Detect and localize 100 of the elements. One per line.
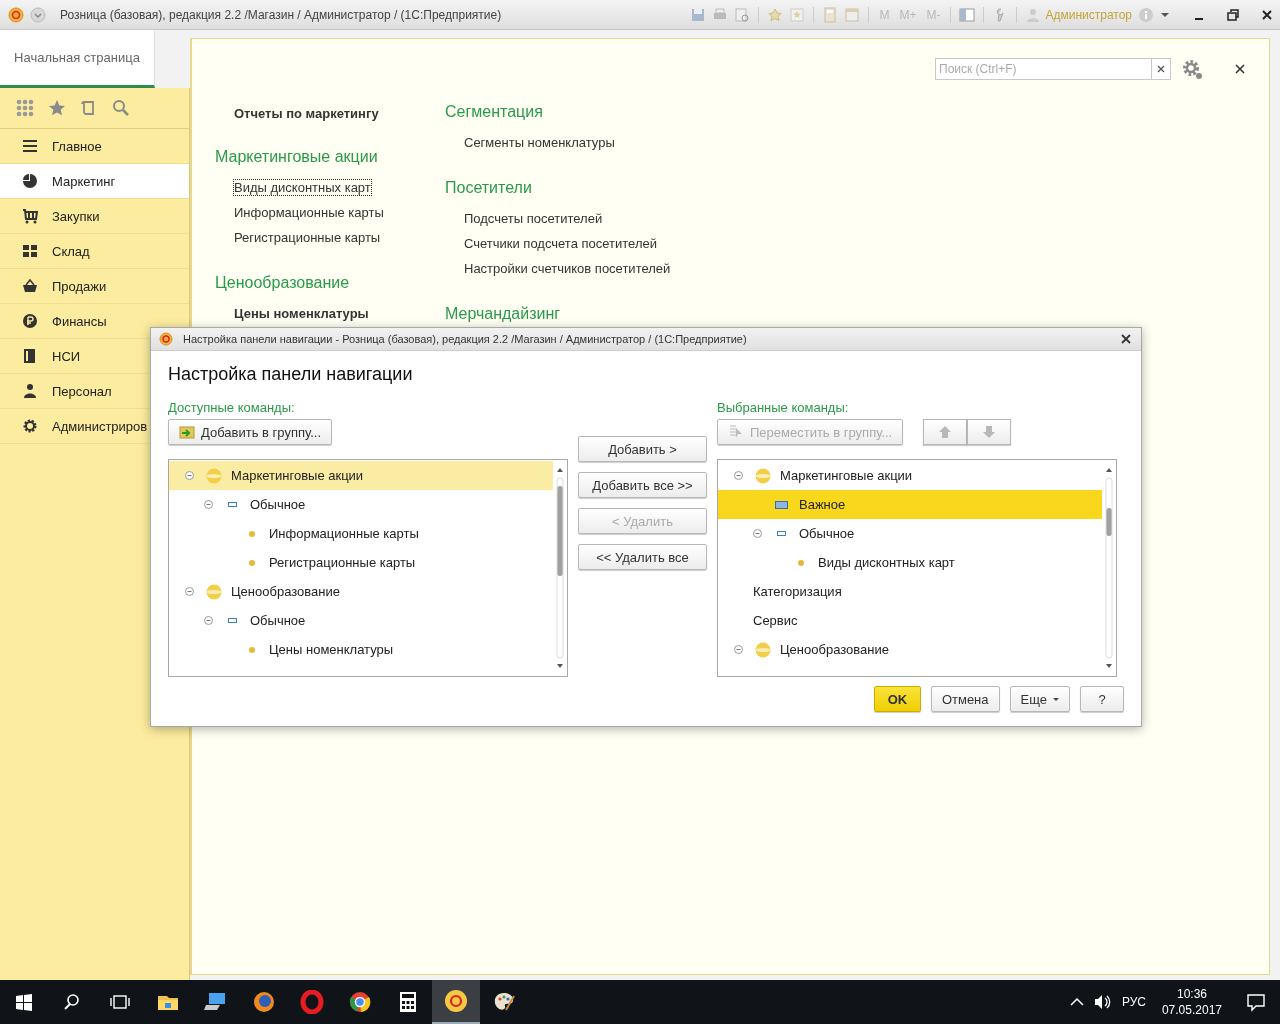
list-icon: [22, 138, 38, 154]
settings-icon[interactable]: [1181, 58, 1203, 80]
restore-icon[interactable]: [1226, 8, 1240, 22]
tree-item-label: Сервис: [753, 613, 798, 628]
chevron-up-icon[interactable]: [1069, 997, 1084, 1007]
search-field[interactable]: Поиск (Ctrl+F): [935, 58, 1151, 80]
preview-icon[interactable]: [734, 7, 751, 23]
dash-icon: [777, 531, 786, 536]
clock[interactable]: 10:36 07.05.2017: [1161, 986, 1222, 1018]
tree-row[interactable]: Виды дисконтных карт: [718, 548, 1102, 577]
sidebar-item-label: Администриров: [52, 418, 148, 434]
sidebar-item-label: Продажи: [52, 278, 107, 294]
search-icon[interactable]: [112, 99, 130, 117]
clear-button[interactable]: [1151, 58, 1171, 80]
tree-row[interactable]: Цены номенклатуры: [169, 635, 553, 664]
collapse-icon[interactable]: [185, 587, 194, 596]
tree-item-label: Категоризация: [753, 584, 842, 599]
tree-item-label: Маркетинговые акции: [231, 468, 364, 483]
collapse-icon[interactable]: [204, 616, 213, 625]
dialog-button[interactable]: ?: [1080, 686, 1124, 712]
folder-ball-icon: [205, 467, 222, 484]
star-icon[interactable]: [48, 99, 66, 117]
report-link[interactable]: Отчеты по маркетингу: [234, 104, 379, 124]
clear-icon[interactable]: [1156, 64, 1166, 74]
tree-row[interactable]: Обычное: [169, 490, 553, 519]
report-link[interactable]: Цены номенклатуры: [234, 304, 369, 324]
grid-icon: [22, 243, 38, 259]
close-icon[interactable]: [1260, 8, 1274, 22]
tree-row[interactable]: Регистрационные карты: [169, 548, 553, 577]
taskbar-app[interactable]: [432, 980, 480, 1024]
caret-icon[interactable]: [1160, 10, 1170, 20]
speaker-icon[interactable]: [1093, 993, 1112, 1011]
command-link[interactable]: Настройки счетчиков посетителей: [464, 256, 671, 281]
tree-row[interactable]: Ценообразование: [718, 635, 1102, 664]
command-tree[interactable]: Маркетинговые акции Обычное Информационные карты Регистрационные карты Ценообразование Обычное Цены номенклатуры: [168, 459, 568, 677]
transfer-button[interactable]: Добавить >: [578, 436, 707, 462]
tree-item-label: Виды дисконтных карт: [818, 555, 955, 570]
ring-browser-icon: [300, 990, 324, 1014]
sidebar-item[interactable]: Закупки: [0, 199, 189, 234]
sidebar-item[interactable]: Продажи: [0, 269, 189, 304]
sidebar-item-label: Главное: [52, 138, 102, 154]
tree-row[interactable]: Категоризация: [718, 577, 1102, 606]
add-folder-icon: [179, 424, 195, 440]
section-heading: Посетители: [445, 178, 532, 198]
collapse-icon[interactable]: [204, 500, 213, 509]
close-icon[interactable]: [1121, 334, 1131, 344]
more-button[interactable]: Еще: [1009, 686, 1070, 712]
basket-icon: [22, 278, 38, 294]
transfer-button[interactable]: << Удалить все: [578, 544, 707, 570]
menu-icon[interactable]: [30, 7, 46, 23]
group-button[interactable]: Добавить в группу...: [168, 419, 333, 445]
ok-button[interactable]: OK: [873, 686, 921, 712]
command-link[interactable]: Сегменты номенклатуры: [464, 130, 615, 155]
tree-row[interactable]: Информационные карты: [169, 519, 553, 548]
dash-icon: [228, 618, 237, 623]
command-link[interactable]: Виды дисконтных карт: [234, 175, 371, 200]
command-link[interactable]: Подсчеты посетителей: [464, 206, 603, 231]
dialog-button[interactable]: Отмена: [930, 686, 1000, 712]
collapse-icon[interactable]: [734, 471, 743, 480]
section-heading: Сегментация: [445, 102, 543, 122]
caret-icon: [1053, 697, 1059, 701]
tree-item-label: Информационные карты: [269, 526, 419, 541]
sidebar-item[interactable]: Склад: [0, 234, 189, 269]
tree-item-label: Ценообразование: [231, 584, 340, 599]
collapse-icon[interactable]: [753, 529, 762, 538]
dot-icon: [248, 530, 255, 537]
transfer-button[interactable]: Добавить все >>: [578, 472, 707, 498]
tree-row[interactable]: Обычное: [718, 519, 1102, 548]
collapse-icon[interactable]: [734, 645, 743, 654]
task-view-icon: [110, 993, 130, 1011]
app-logo-icon: [159, 332, 173, 346]
command-link[interactable]: Счетчики подсчета посетителей: [464, 231, 657, 256]
tree-item-label: Важное: [799, 497, 846, 512]
tree-row[interactable]: Маркетинговые акции: [169, 461, 553, 490]
close-icon[interactable]: [1235, 64, 1245, 74]
tree-row[interactable]: Сервис: [718, 606, 1102, 635]
sidebar-item-label: Маркетинг: [52, 173, 116, 189]
command-link[interactable]: Регистрационные карты: [234, 225, 381, 250]
folder-ball-icon: [205, 583, 222, 600]
tree-item-label: Обычное: [250, 497, 306, 512]
star-add-icon[interactable]: [767, 7, 784, 23]
command-tree[interactable]: Маркетинговые акции Важное Обычное Виды дисконтных карт Категоризация Сервис Ценообразование: [717, 459, 1117, 677]
tree-row[interactable]: Важное: [718, 490, 1102, 519]
tree-item-label: Ценообразование: [780, 642, 889, 657]
coin-icon: [22, 313, 38, 329]
language-indicator[interactable]: РУС: [1121, 995, 1146, 1009]
collapse-icon[interactable]: [185, 471, 194, 480]
search-icon: [63, 993, 81, 1011]
apps-grid-icon[interactable]: [16, 99, 34, 117]
app-logo-icon[interactable]: [8, 7, 24, 23]
sidebar-item[interactable]: Маркетинг: [0, 164, 189, 199]
tree-row[interactable]: Маркетинговые акции: [718, 461, 1102, 490]
tree-item-label: Цены номенклатуры: [269, 642, 394, 657]
home-tab[interactable]: Начальная страница: [0, 30, 155, 88]
clock-date: 07.05.2017: [1161, 1002, 1222, 1018]
tree-row[interactable]: Обычное: [169, 606, 553, 635]
notification-icon[interactable]: [1246, 992, 1266, 1012]
command-link[interactable]: Информационные карты: [234, 200, 384, 225]
tree-row[interactable]: Ценообразование: [169, 577, 553, 606]
section-heading: Ценообразование: [215, 273, 350, 293]
